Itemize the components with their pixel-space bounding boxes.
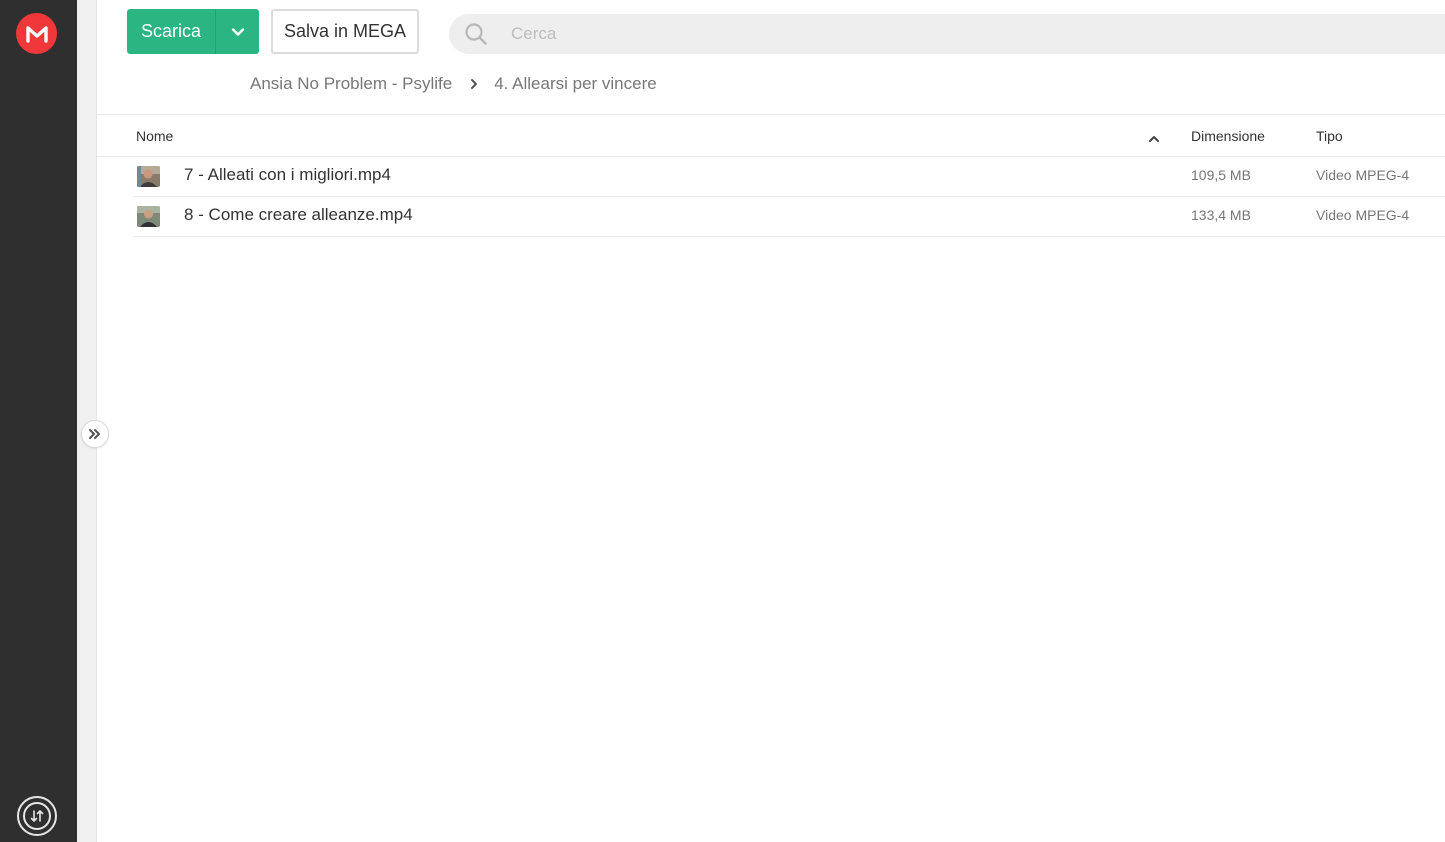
search-icon [451, 22, 501, 46]
file-name[interactable]: 7 - Alleati con i migliori.mp4 [184, 165, 391, 185]
chevron-down-icon [231, 27, 244, 36]
left-sidebar [0, 0, 77, 842]
mega-logo-icon[interactable] [16, 13, 57, 54]
double-chevron-right-icon [89, 429, 100, 439]
video-thumbnail-icon [137, 166, 160, 187]
column-header-name[interactable]: Nome [136, 128, 173, 144]
file-size: 109,5 MB [1191, 167, 1251, 183]
mega-m-icon [25, 25, 48, 43]
file-size: 133,4 MB [1191, 207, 1251, 223]
file-table-header: Nome Dimensione Tipo [97, 115, 1445, 157]
sort-ascending-icon[interactable] [1148, 130, 1160, 146]
download-button[interactable]: Scarica [127, 9, 259, 54]
file-type: Video MPEG-4 [1316, 167, 1410, 183]
breadcrumb-item-root[interactable]: Ansia No Problem - Psylife [250, 74, 452, 94]
search-bar[interactable] [449, 14, 1445, 54]
expand-panel-button[interactable] [81, 420, 109, 448]
column-header-size[interactable]: Dimensione [1191, 128, 1265, 144]
column-header-type[interactable]: Tipo [1316, 128, 1343, 144]
table-row[interactable]: 8 - Come creare alleanze.mp4 133,4 MB Vi… [133, 197, 1445, 237]
breadcrumb-item-current[interactable]: 4. Allearsi per vincere [494, 74, 657, 94]
transfer-manager-button[interactable] [17, 796, 57, 836]
file-type: Video MPEG-4 [1316, 207, 1410, 223]
app: Scarica Salva in MEGA Ansia No Problem -… [0, 0, 1445, 842]
search-input[interactable] [511, 24, 1411, 44]
chevron-right-icon [470, 78, 478, 90]
breadcrumb: Ansia No Problem - Psylife 4. Allearsi p… [250, 72, 657, 96]
file-name[interactable]: 8 - Come creare alleanze.mp4 [184, 205, 413, 225]
transfer-icon [23, 802, 51, 830]
download-button-label[interactable]: Scarica [127, 9, 215, 54]
save-to-mega-button[interactable]: Salva in MEGA [271, 9, 419, 54]
video-thumbnail-icon [137, 206, 160, 227]
download-options-dropdown[interactable] [216, 9, 259, 54]
table-row[interactable]: 7 - Alleati con i migliori.mp4 109,5 MB … [133, 157, 1445, 197]
